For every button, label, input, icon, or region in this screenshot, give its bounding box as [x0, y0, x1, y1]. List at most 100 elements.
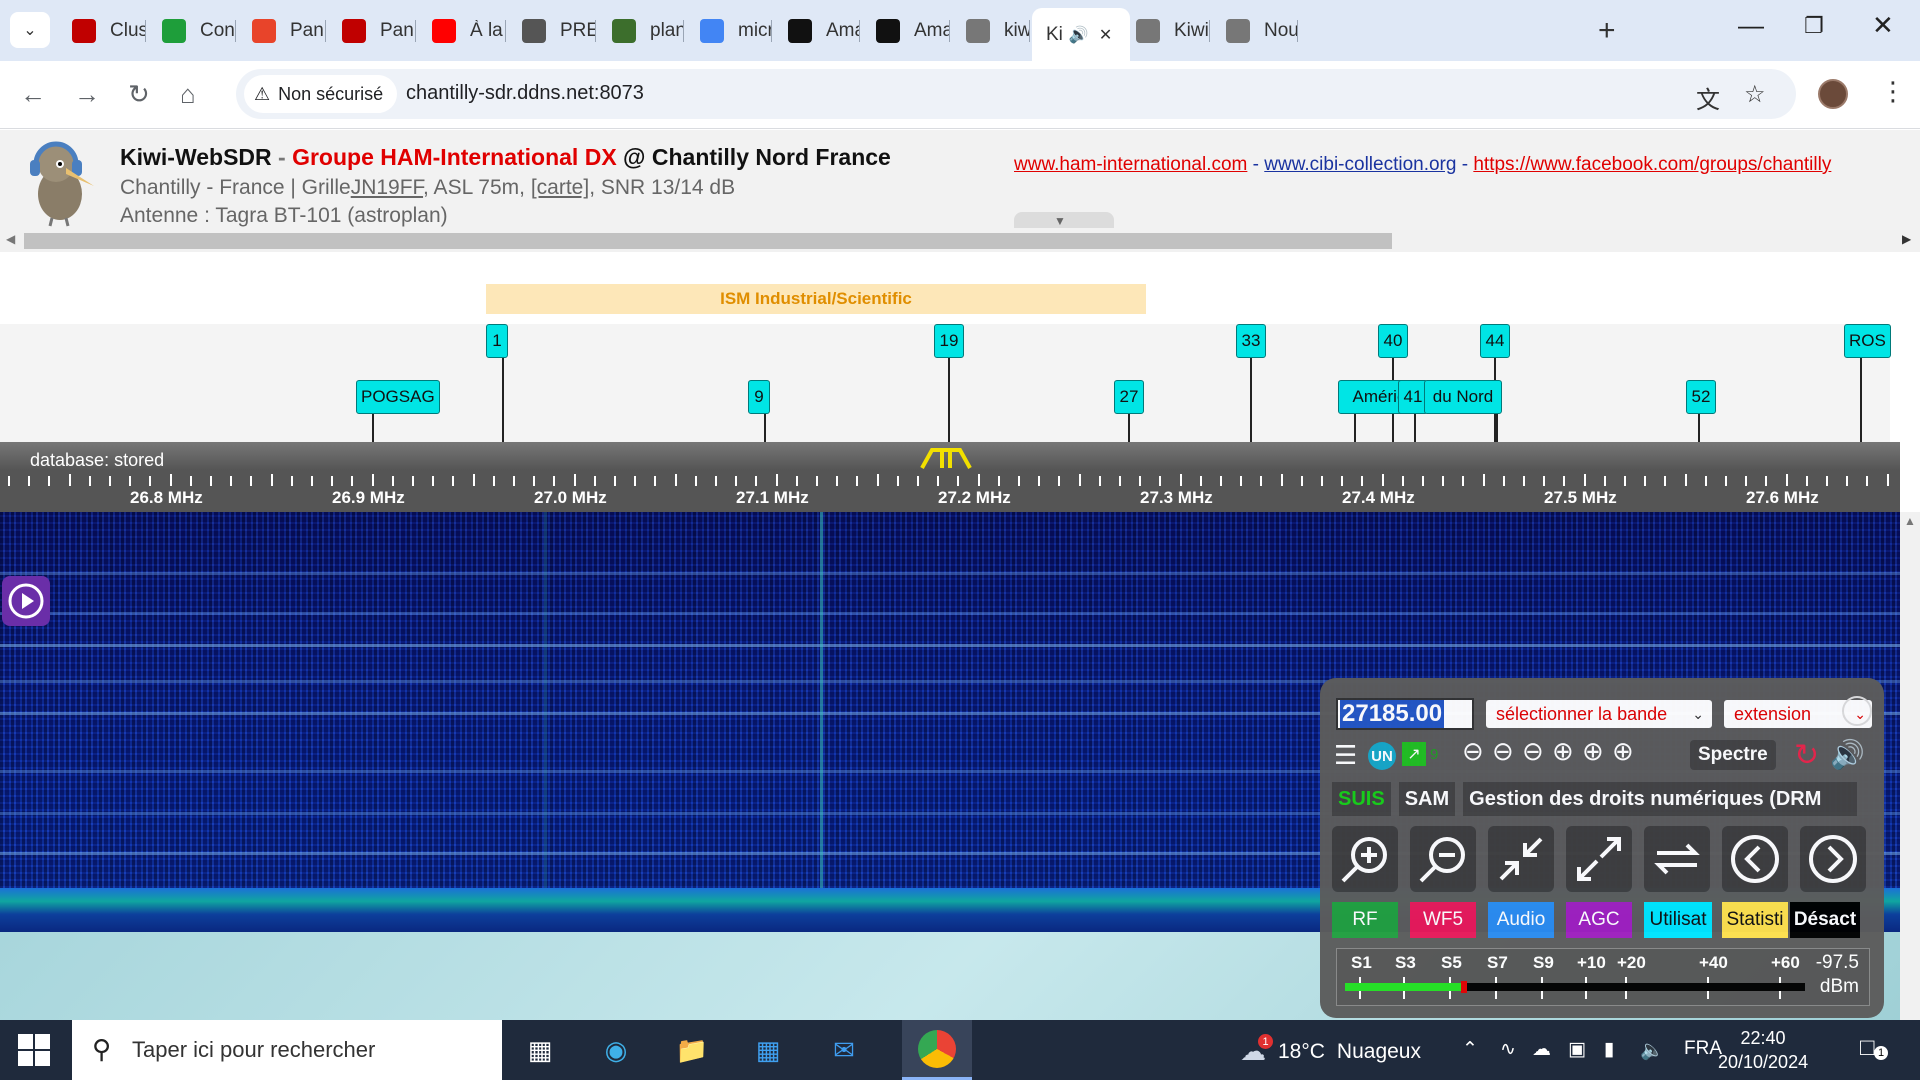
close-window-icon[interactable]: ✕ — [1872, 10, 1894, 41]
control-tab[interactable]: Utilisat — [1644, 902, 1712, 938]
profile-avatar[interactable] — [1818, 79, 1848, 109]
address-bar[interactable]: ⚠ Non sécurisé chantilly-sdr.ddns.net:80… — [236, 69, 1796, 119]
speaker-icon[interactable]: 🔊 — [1830, 738, 1865, 771]
menu-dots-icon[interactable]: ⋮ — [1880, 76, 1906, 107]
mode-button[interactable]: SUIS — [1332, 782, 1391, 816]
task-view-icon[interactable]: ▦ — [520, 1030, 560, 1070]
header-collapse-toggle[interactable]: ▼ — [1014, 212, 1114, 228]
control-tab[interactable]: AGC — [1566, 902, 1632, 938]
control-tab[interactable]: WF5 — [1410, 902, 1476, 938]
browser-tab[interactable]: Panie — [328, 8, 416, 53]
zoom-minus-circle-icon[interactable]: ⊖ — [1522, 736, 1544, 767]
onedrive-icon[interactable]: ☁ — [1532, 1038, 1551, 1061]
browser-tab[interactable]: Ki 🔊 ✕ — [1032, 8, 1130, 61]
band-select[interactable]: sélectionner la bande ⌄ — [1486, 700, 1712, 728]
panel-close-icon[interactable] — [1842, 696, 1872, 726]
zoom-plus-circle-icon[interactable]: ⊕ — [1582, 736, 1604, 767]
edge-icon[interactable]: ◉ — [596, 1030, 636, 1070]
mail-icon[interactable]: ✉ — [824, 1030, 864, 1070]
bookmark-star-icon[interactable]: ☆ — [1744, 80, 1766, 109]
zoom-plus-circle-icon[interactable]: ⊕ — [1612, 736, 1634, 767]
chevron-up-icon[interactable]: ⌃ — [1462, 1038, 1478, 1061]
mode-button[interactable]: SAM — [1398, 782, 1456, 816]
cibi-collection-link[interactable]: www.cibi-collection.org — [1264, 154, 1456, 175]
swap-button[interactable] — [1644, 826, 1710, 892]
spectre-button[interactable]: Spectre — [1690, 740, 1776, 770]
security-chip[interactable]: ⚠ Non sécurisé — [244, 75, 398, 113]
control-tab[interactable]: RF — [1332, 902, 1398, 938]
home-icon[interactable]: ⌂ — [180, 79, 196, 110]
zoom-minus-circle-icon[interactable]: ⊖ — [1462, 736, 1484, 767]
new-tab-button[interactable]: + — [1598, 14, 1616, 48]
zoom-max-out-button[interactable] — [1566, 826, 1632, 892]
browser-tab[interactable]: À la — [418, 8, 506, 53]
control-tab[interactable]: Audio — [1488, 902, 1554, 938]
zoom-minus-circle-icon[interactable]: ⊖ — [1492, 736, 1514, 767]
browser-tab[interactable]: micr — [686, 8, 772, 53]
start-button[interactable] — [18, 1034, 50, 1066]
translate-icon[interactable]: 文 — [1696, 80, 1720, 115]
browser-tab[interactable]: PREF — [508, 8, 596, 53]
microsoft-store-icon[interactable]: ▦ — [748, 1030, 788, 1070]
play-button[interactable] — [2, 576, 50, 626]
hamburger-menu-icon[interactable]: ☰ — [1334, 740, 1357, 771]
frequency-value[interactable]: 27185.00 — [1340, 700, 1445, 728]
browser-tab[interactable]: plan — [598, 8, 684, 53]
reload-icon[interactable]: ↻ — [128, 79, 150, 110]
back-icon[interactable]: ← — [20, 79, 46, 110]
zoom-out-button[interactable] — [1410, 826, 1476, 892]
url-text[interactable]: chantilly-sdr.ddns.net:8073 — [406, 82, 644, 105]
map-link[interactable]: [carte] — [531, 176, 589, 199]
chrome-taskbar-button[interactable] — [902, 1020, 972, 1080]
taskbar-search[interactable]: ⚲ Taper ici pour rechercher — [72, 1020, 502, 1080]
zoom-in-button[interactable] — [1332, 826, 1398, 892]
browser-tab[interactable]: Clust — [58, 8, 146, 53]
clock[interactable]: 22:40 20/10/2024 — [1718, 1026, 1808, 1074]
tab-search-button[interactable]: ⌄ — [10, 12, 50, 48]
frequency-scale[interactable]: database: stored 26.8 MHz 26.9 MHz 27.0 MH… — [0, 442, 1900, 512]
restore-icon[interactable]: ❐ — [1804, 13, 1824, 39]
browser-tab[interactable]: KiwiS — [1122, 8, 1210, 53]
grid-link[interactable]: JN19FF — [351, 176, 423, 199]
browser-tab[interactable]: Panie — [238, 8, 326, 53]
dx-label[interactable]: 27 — [1114, 380, 1144, 414]
control-tab[interactable]: Désact — [1790, 902, 1860, 938]
page-left-button[interactable] — [1722, 826, 1788, 892]
horizontal-scrollbar[interactable]: ◀ ▶ — [0, 230, 1920, 252]
refresh-icon[interactable]: ↻ — [1794, 738, 1819, 773]
file-explorer-icon[interactable]: 📁 — [672, 1030, 712, 1070]
dx-label[interactable]: 52 — [1686, 380, 1716, 414]
ham-international-link[interactable]: www.ham-international.com — [1014, 154, 1247, 175]
control-tab[interactable]: Statisti — [1722, 902, 1788, 938]
facebook-link[interactable]: https://www.facebook.com/groups/chantill… — [1473, 154, 1831, 175]
scroll-left-icon[interactable]: ◀ — [6, 232, 15, 246]
volume-icon[interactable]: 🔈 — [1640, 1038, 1664, 1062]
zoom-plus-circle-icon[interactable]: ⊕ — [1552, 736, 1574, 767]
scroll-up-icon[interactable]: ▲ — [1904, 514, 1916, 528]
notification-icon[interactable]: □ 1 — [1860, 1034, 1888, 1062]
wifi-icon[interactable]: ∿ — [1500, 1038, 1516, 1061]
browser-tab[interactable]: kiwis — [952, 8, 1030, 53]
minimize-icon[interactable]: — — [1738, 10, 1764, 41]
un-toggle[interactable]: UN — [1368, 742, 1396, 770]
zoom-to-band-button[interactable] — [1488, 826, 1554, 892]
close-tab-icon[interactable]: ✕ — [1099, 25, 1112, 45]
open-external-icon[interactable]: ↗ — [1402, 742, 1426, 766]
weather-widget[interactable]: ☁ 1 18°C Nuageux — [1240, 1034, 1421, 1067]
device-icon[interactable]: ▣ — [1568, 1038, 1586, 1061]
dx-label[interactable]: 33 — [1236, 324, 1266, 358]
page-right-button[interactable] — [1800, 826, 1866, 892]
forward-icon[interactable]: → — [74, 79, 100, 110]
browser-tab[interactable]: Ama — [862, 8, 950, 53]
ism-band-label[interactable]: ISM Industrial/Scientific — [486, 284, 1146, 314]
browser-tab[interactable]: Cont — [148, 8, 236, 53]
passband-marker[interactable] — [920, 446, 972, 470]
battery-icon[interactable]: ▮ — [1604, 1038, 1614, 1061]
vertical-scrollbar[interactable]: ▲ — [1900, 512, 1920, 1020]
browser-tab[interactable]: Nou — [1212, 8, 1298, 53]
dx-label[interactable]: ROS — [1844, 324, 1891, 358]
language-indicator[interactable]: FRA — [1684, 1038, 1722, 1060]
dx-label[interactable]: 40 — [1378, 324, 1408, 358]
scroll-right-icon[interactable]: ▶ — [1902, 232, 1911, 246]
mode-button[interactable]: Gestion des droits numériques (DRM — [1463, 782, 1858, 816]
